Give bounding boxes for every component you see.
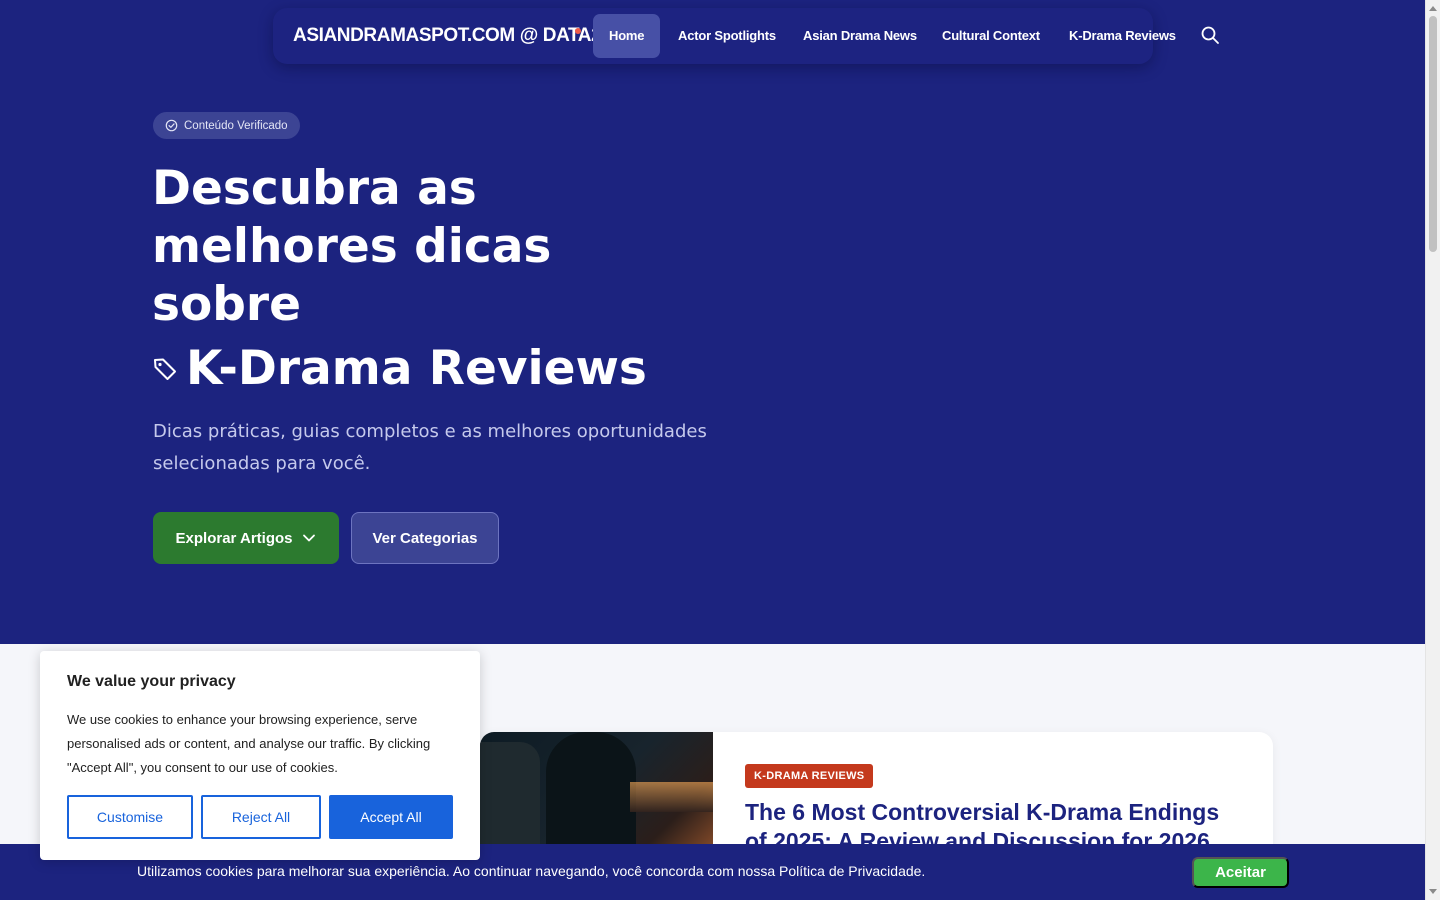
check-circle-icon — [165, 119, 178, 132]
search-icon[interactable] — [1200, 25, 1220, 45]
article-category-tag[interactable]: K-DRAMA REVIEWS — [745, 764, 874, 788]
main-navigation: ASIANDRAMASPOT.COM @ DATA2 Home Actor Sp… — [273, 8, 1176, 64]
verified-badge: Conteúdo Verificado — [153, 112, 300, 139]
cookie-accept-button[interactable]: Aceitar — [1192, 857, 1289, 888]
scrollbar-thumb[interactable] — [1429, 16, 1437, 252]
customise-button[interactable]: Customise — [67, 795, 193, 839]
view-categories-button[interactable]: Ver Categorias — [351, 512, 499, 564]
scroll-down-arrow-icon[interactable] — [1429, 889, 1437, 894]
hero-category-label: K-Drama Reviews — [186, 341, 647, 396]
privacy-consent-dialog: We value your privacy We use cookies to … — [40, 651, 480, 860]
verified-badge-label: Conteúdo Verificado — [184, 119, 288, 132]
hero-section: ASIANDRAMASPOT.COM @ DATA2 Home Actor Sp… — [0, 0, 1425, 644]
page-scrollbar[interactable] — [1425, 0, 1440, 900]
nav-item-home[interactable]: Home — [593, 14, 661, 58]
hero-title: Descubra as melhores dicas sobre — [152, 161, 552, 332]
nav-item-actor-spotlights[interactable]: Actor Spotlights — [678, 14, 776, 58]
site-logo[interactable]: ASIANDRAMASPOT.COM @ DATA2 — [293, 25, 602, 47]
nav-item-k-drama-reviews[interactable]: K-Drama Reviews — [1069, 14, 1176, 58]
explore-articles-button[interactable]: Explorar Artigos — [153, 512, 339, 564]
logo-dot — [575, 28, 581, 34]
scroll-up-arrow-icon[interactable] — [1429, 6, 1437, 11]
accept-all-button[interactable]: Accept All — [329, 795, 453, 839]
reject-all-button[interactable]: Reject All — [201, 795, 321, 839]
tag-icon — [154, 358, 176, 380]
privacy-dialog-title: We value your privacy — [67, 673, 236, 690]
chevron-down-icon — [303, 534, 316, 542]
hero-subtitle: Dicas práticas, guias completos e as mel… — [153, 421, 707, 474]
privacy-dialog-text: We use cookies to enhance your browsing … — [67, 712, 431, 775]
cookie-notice-text: Utilizamos cookies para melhorar sua exp… — [137, 863, 926, 879]
nav-item-cultural-context[interactable]: Cultural Context — [942, 14, 1040, 58]
nav-item-asian-drama-news[interactable]: Asian Drama News — [803, 14, 917, 58]
hero-category: K-Drama Reviews — [152, 340, 647, 398]
explore-articles-label: Explorar Artigos — [175, 529, 293, 547]
